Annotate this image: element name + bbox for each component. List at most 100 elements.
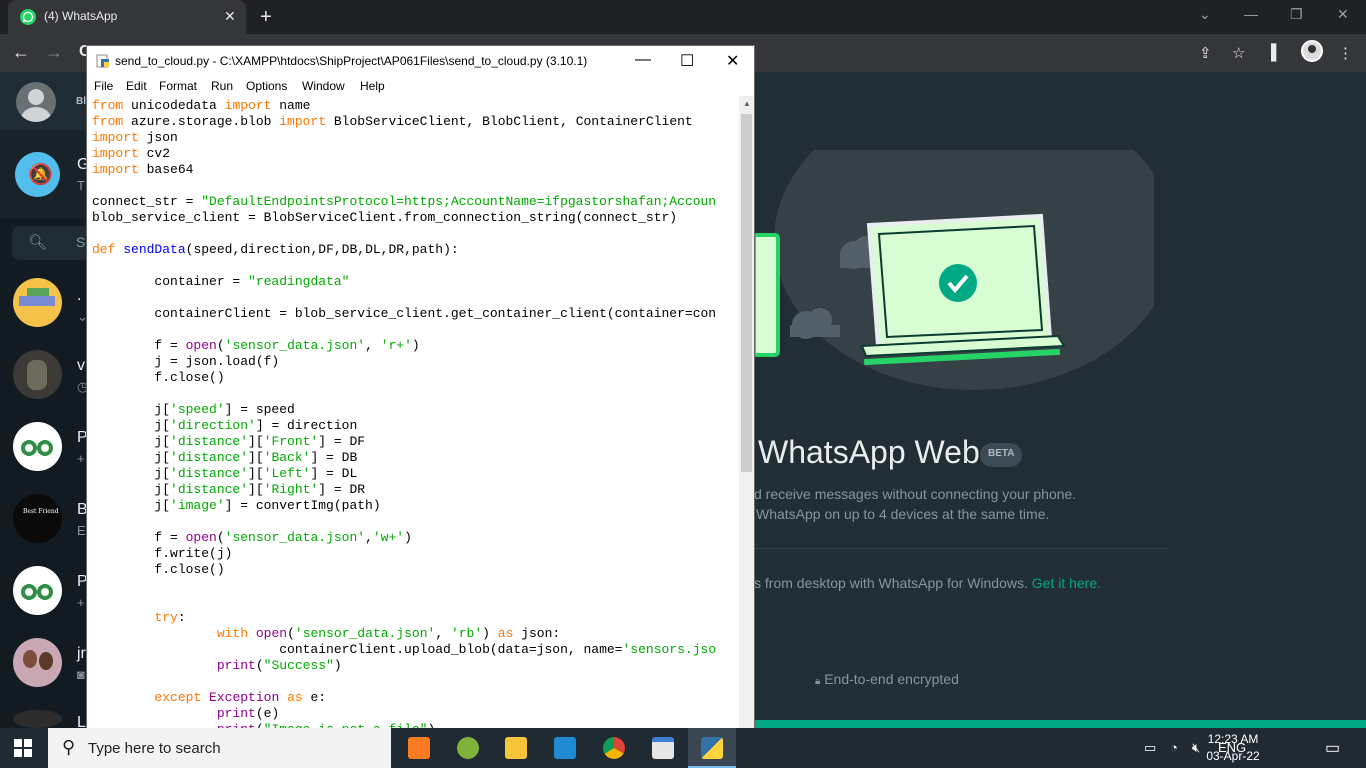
user-avatar[interactable] xyxy=(16,82,56,122)
chat-avatar[interactable] xyxy=(13,350,62,399)
code-line[interactable] xyxy=(92,178,716,194)
code-line[interactable]: j['distance']['Left'] = DL xyxy=(92,466,716,482)
wifi-icon[interactable]: ◔ xyxy=(1170,740,1178,755)
code-line[interactable]: f = open('sensor_data.json', 'r+') xyxy=(92,338,716,354)
code-line[interactable]: container = "readingdata" xyxy=(92,274,716,290)
code-line[interactable] xyxy=(92,258,716,274)
code-line[interactable]: j['distance']['Right'] = DR xyxy=(92,482,716,498)
code-line[interactable]: blob_service_client = BlobServiceClient.… xyxy=(92,210,716,226)
idle-close-button[interactable]: ✕ xyxy=(726,51,739,71)
code-text[interactable]: from unicodedata import name from azure.s… xyxy=(92,98,716,729)
notification-icon[interactable]: ▭ xyxy=(1325,738,1340,758)
taskbar-search[interactable]: ⚲ Type here to search xyxy=(48,728,391,768)
code-line[interactable] xyxy=(92,386,716,402)
close-window-button[interactable]: ✕ xyxy=(1337,6,1349,23)
windows-start-icon[interactable] xyxy=(14,739,32,757)
code-token: j[ xyxy=(92,418,171,433)
code-line[interactable]: f = open('sensor_data.json','w+') xyxy=(92,530,716,546)
code-line[interactable] xyxy=(92,514,716,530)
menu-edit[interactable]: Edit xyxy=(126,79,147,93)
forward-button[interactable]: → xyxy=(45,42,63,63)
scrollbar-thumb[interactable] xyxy=(741,114,752,472)
code-line[interactable]: containerClient.upload_blob(data=json, n… xyxy=(92,642,716,658)
chat-name[interactable]: jr xyxy=(77,645,86,663)
battery-icon[interactable]: ▭ xyxy=(1144,740,1156,756)
restore-button[interactable]: ❐ xyxy=(1290,6,1303,23)
share-icon[interactable]: ⇪ xyxy=(1199,44,1212,62)
code-line[interactable]: import base64 xyxy=(92,162,716,178)
idle-minimize-button[interactable]: — xyxy=(635,51,651,69)
code-line[interactable]: f.close() xyxy=(92,370,716,386)
code-line[interactable]: containerClient = blob_service_client.ge… xyxy=(92,306,716,322)
code-line[interactable]: j['distance']['Back'] = DB xyxy=(92,450,716,466)
code-line[interactable] xyxy=(92,594,716,610)
menu-icon[interactable]: ⋮ xyxy=(1338,44,1353,62)
tab-search-icon[interactable]: ⌄ xyxy=(1199,6,1211,23)
code-line[interactable]: j['distance']['Front'] = DF xyxy=(92,434,716,450)
chat-preview: + xyxy=(77,595,85,610)
taskbar-clock[interactable]: 12:23 AM 03-Apr-22 xyxy=(1198,731,1268,765)
code-line[interactable] xyxy=(92,674,716,690)
code-line[interactable]: f.close() xyxy=(92,562,716,578)
menu-format[interactable]: Format xyxy=(159,79,197,93)
code-line[interactable] xyxy=(92,226,716,242)
code-editor[interactable]: from unicodedata import name from azure.s… xyxy=(87,96,739,729)
chat-avatar[interactable]: Best Friend xyxy=(13,494,62,543)
bookmark-star-icon[interactable]: ☆ xyxy=(1232,44,1245,62)
code-line[interactable]: print(e) xyxy=(92,706,716,722)
code-line[interactable]: j['image'] = convertImg(path) xyxy=(92,498,716,514)
side-panel-icon[interactable]: ▌ xyxy=(1271,44,1282,61)
code-line[interactable] xyxy=(92,578,716,594)
menu-options[interactable]: Options xyxy=(246,79,287,93)
xampp-app[interactable] xyxy=(395,728,443,768)
menu-window[interactable]: Window xyxy=(302,79,345,93)
chat-avatar[interactable] xyxy=(13,566,62,615)
python-idle-app[interactable] xyxy=(688,728,736,768)
code-line[interactable]: j = json.load(f) xyxy=(92,354,716,370)
menu-file[interactable]: File xyxy=(94,79,113,93)
back-button[interactable]: ← xyxy=(12,42,30,63)
idle-title-bar[interactable]: send_to_cloud.py - C:\XAMPP\htdocs\ShipP… xyxy=(87,46,754,76)
code-line[interactable]: def sendData(speed,direction,DF,DB,DL,DR… xyxy=(92,242,716,258)
minimize-button[interactable]: — xyxy=(1244,6,1258,22)
eclipse-app[interactable] xyxy=(444,728,492,768)
code-line[interactable]: connect_str = "DefaultEndpointsProtocol=… xyxy=(92,194,716,210)
browser-tab-whatsapp[interactable]: (4) WhatsApp ✕ xyxy=(8,0,246,34)
chat-search[interactable]: 🔍︎ S xyxy=(12,226,86,260)
menu-run[interactable]: Run xyxy=(211,79,233,93)
get-it-here-link[interactable]: Get it here. xyxy=(1032,575,1101,591)
chat-avatar[interactable] xyxy=(13,422,62,471)
chat-avatar[interactable] xyxy=(13,278,62,327)
code-line[interactable]: except Exception as e: xyxy=(92,690,716,706)
code-line[interactable]: j['speed'] = speed xyxy=(92,402,716,418)
window-app[interactable] xyxy=(639,728,687,768)
profile-avatar[interactable] xyxy=(1301,40,1323,62)
code-line[interactable]: from azure.storage.blob import BlobServi… xyxy=(92,114,716,130)
new-tab-button[interactable]: + xyxy=(260,6,272,29)
idle-editor-window[interactable]: send_to_cloud.py - C:\XAMPP\htdocs\ShipP… xyxy=(86,45,755,729)
code-line[interactable]: j['direction'] = direction xyxy=(92,418,716,434)
code-line[interactable]: with open('sensor_data.json', 'rb') as j… xyxy=(92,626,716,642)
code-line[interactable]: import cv2 xyxy=(92,146,716,162)
chat-name[interactable]: v xyxy=(77,357,85,375)
code-line[interactable]: print("Success") xyxy=(92,658,716,674)
code-line[interactable]: f.write(j) xyxy=(92,546,716,562)
menu-help[interactable]: Help xyxy=(360,79,385,93)
code-line[interactable]: from unicodedata import name xyxy=(92,98,716,114)
chat-avatar[interactable] xyxy=(13,638,62,687)
chat-name[interactable]: . xyxy=(77,287,81,305)
vscode-app[interactable] xyxy=(541,728,589,768)
code-line[interactable]: import json xyxy=(92,130,716,146)
chrome-app[interactable] xyxy=(590,728,638,768)
close-tab-icon[interactable]: ✕ xyxy=(224,8,236,25)
chat-avatar[interactable] xyxy=(13,710,62,728)
code-line[interactable]: try: xyxy=(92,610,716,626)
editor-scrollbar[interactable]: ▲ xyxy=(739,96,754,729)
file-explorer-app[interactable] xyxy=(492,728,540,768)
idle-maximize-button[interactable]: ☐ xyxy=(680,51,694,71)
code-line[interactable] xyxy=(92,322,716,338)
code-line[interactable] xyxy=(92,290,716,306)
scroll-up-arrow-icon[interactable]: ▲ xyxy=(743,99,751,108)
